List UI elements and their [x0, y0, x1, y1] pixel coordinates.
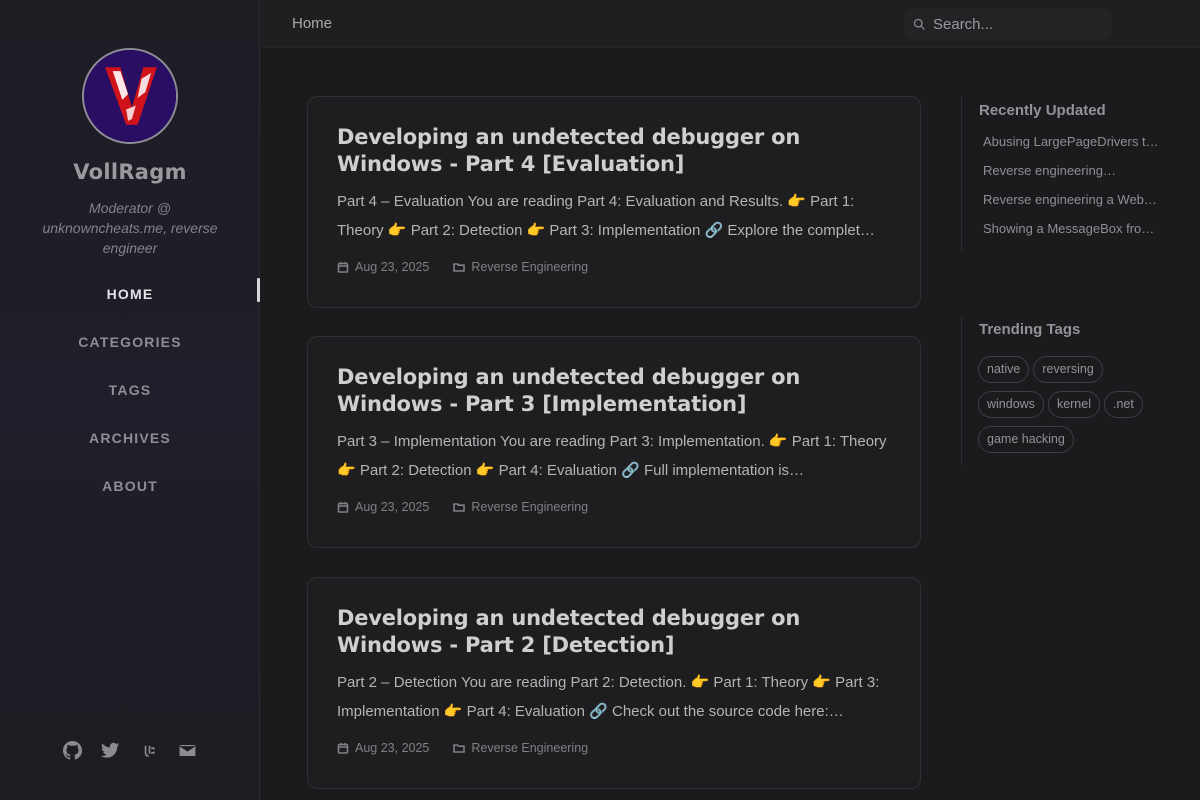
post-category[interactable]: Reverse Engineering: [453, 260, 588, 274]
calendar-icon: [337, 502, 349, 513]
post-date: Aug 23, 2025: [355, 500, 430, 514]
nav-item-home[interactable]: HOME: [0, 270, 260, 318]
twitter-icon[interactable]: [99, 738, 123, 762]
tag-windows[interactable]: windows: [978, 391, 1044, 418]
post-date: Aug 23, 2025: [355, 260, 430, 274]
topbar: Home: [261, 0, 1200, 48]
tag-native[interactable]: native: [978, 356, 1030, 383]
recent-item[interactable]: Reverse engineering a Web…: [983, 192, 1163, 221]
nav-item-about[interactable]: ABOUT: [0, 462, 260, 510]
folder-icon: [453, 744, 466, 753]
trending-tags-title: Trending Tags: [979, 321, 1081, 338]
avatar[interactable]: [82, 48, 178, 144]
post-date: Aug 23, 2025: [355, 741, 430, 755]
post-title[interactable]: Developing an undetected debugger on Win…: [337, 364, 907, 418]
calendar-icon: [337, 743, 349, 754]
trending-tags-panel: Trending Tags native reversing windows k…: [961, 316, 1171, 466]
post-category-label: Reverse Engineering: [471, 260, 589, 274]
tag-reversing[interactable]: reversing: [1033, 356, 1103, 383]
unknowncheats-icon[interactable]: [137, 738, 161, 762]
post-meta: Aug 23, 2025 Reverse Engineering: [337, 260, 588, 274]
search-input[interactable]: [933, 15, 1103, 33]
post-meta: Aug 23, 2025 Reverse Engineering: [337, 500, 588, 514]
post-card[interactable]: Developing an undetected debugger on Win…: [307, 577, 921, 789]
email-icon[interactable]: [176, 738, 200, 762]
recent-item[interactable]: Reverse engineering…: [983, 163, 1163, 192]
nav-item-tags[interactable]: TAGS: [0, 366, 260, 414]
sidebar: VollRagm Moderator @ unknowncheats.me, r…: [0, 0, 260, 800]
post-excerpt: Part 2 – Detection You are reading Part …: [337, 674, 880, 720]
search-box[interactable]: [904, 8, 1111, 40]
post-category-label: Reverse Engineering: [471, 500, 589, 514]
post-title[interactable]: Developing an undetected debugger on Win…: [337, 124, 907, 178]
site-title[interactable]: VollRagm: [0, 160, 260, 184]
recently-updated-panel: Recently Updated Abusing LargePageDriver…: [961, 96, 1171, 252]
tag-list: native reversing windows kernel .net gam…: [978, 356, 1168, 461]
post-card[interactable]: Developing an undetected debugger on Win…: [307, 336, 921, 548]
post-excerpt: Part 4 – Evaluation You are reading Part…: [337, 193, 875, 239]
avatar-logo-icon: [84, 50, 176, 142]
post-category[interactable]: Reverse Engineering: [453, 500, 588, 514]
folder-icon: [453, 503, 466, 512]
post-card[interactable]: Developing an undetected debugger on Win…: [307, 96, 921, 308]
recently-updated-list: Abusing LargePageDrivers t… Reverse engi…: [983, 134, 1171, 250]
tag-kernel[interactable]: kernel: [1047, 391, 1100, 418]
post-title[interactable]: Developing an undetected debugger on Win…: [337, 605, 907, 659]
site-subtitle: Moderator @ unknowncheats.me, reverse en…: [42, 200, 218, 256]
breadcrumb[interactable]: Home: [292, 15, 332, 32]
recently-updated-title: Recently Updated: [979, 102, 1106, 119]
social-links: [60, 738, 200, 762]
recent-item[interactable]: Abusing LargePageDrivers t…: [983, 134, 1163, 163]
nav-item-archives[interactable]: ARCHIVES: [0, 414, 260, 462]
folder-icon: [453, 263, 466, 272]
calendar-icon: [337, 262, 349, 273]
sidebar-nav: HOME CATEGORIES TAGS ARCHIVES ABOUT: [0, 270, 260, 510]
tag-dotnet[interactable]: .net: [1103, 391, 1143, 418]
post-category[interactable]: Reverse Engineering: [453, 741, 588, 755]
post-category-label: Reverse Engineering: [471, 741, 589, 755]
tag-game-hacking[interactable]: game hacking: [978, 426, 1074, 453]
nav-item-categories[interactable]: CATEGORIES: [0, 318, 260, 366]
post-excerpt: Part 3 – Implementation You are reading …: [337, 433, 887, 479]
recent-item[interactable]: Showing a MessageBox fro…: [983, 221, 1163, 250]
post-meta: Aug 23, 2025 Reverse Engineering: [337, 741, 588, 755]
search-icon: [913, 18, 925, 30]
github-icon[interactable]: [60, 738, 84, 762]
